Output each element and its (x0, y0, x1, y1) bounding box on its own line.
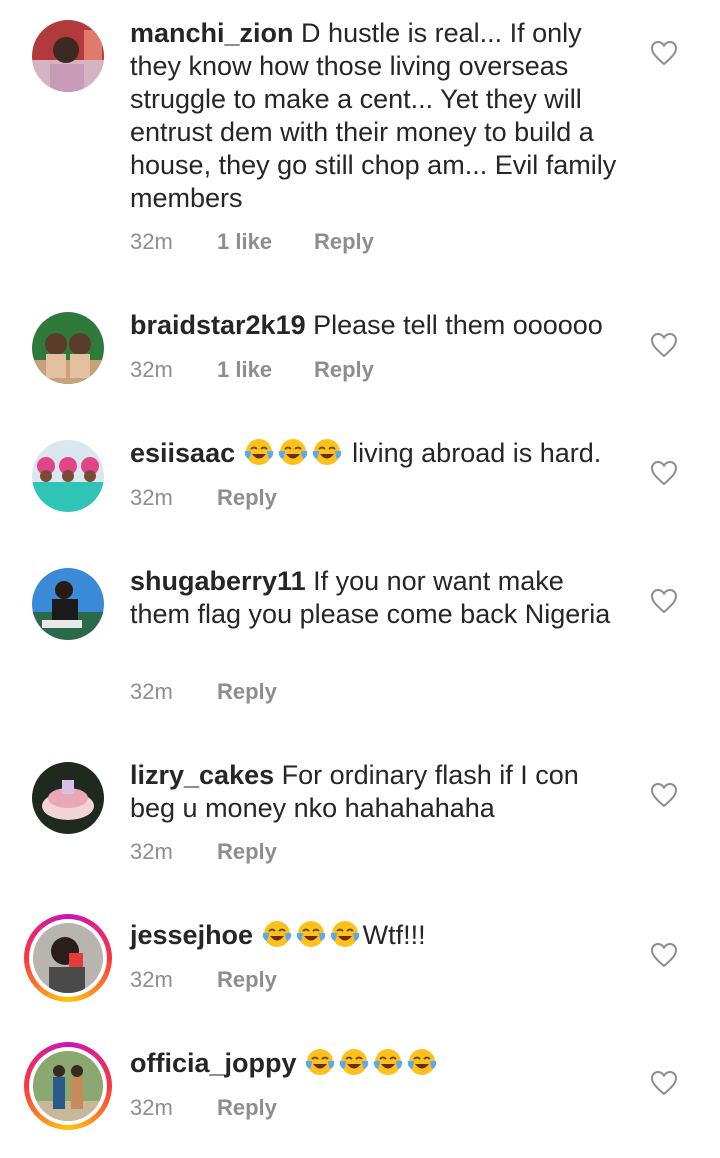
reply-button[interactable]: Reply (217, 967, 277, 993)
tears-of-joy-emoji-icon (329, 919, 361, 949)
comment-meta: 32m Reply (130, 1095, 277, 1121)
comment-item: braidstar2k19 Please tell them oooooo 32… (0, 280, 720, 408)
avatar[interactable] (32, 440, 104, 512)
heart-icon[interactable] (650, 1070, 678, 1096)
reply-button[interactable]: Reply (217, 485, 277, 511)
emoji-group (243, 438, 353, 468)
comment-time: 32m (130, 357, 173, 382)
comment-time: 32m (130, 967, 173, 992)
comment-time: 32m (130, 229, 173, 254)
comment-time: 32m (130, 485, 173, 510)
comment-username[interactable]: jessejhoe (130, 920, 253, 950)
avatar[interactable] (32, 568, 104, 640)
avatar[interactable] (32, 762, 104, 834)
comment-username[interactable]: officia_joppy (130, 1048, 297, 1078)
comment-text: Wtf!!! (362, 920, 426, 950)
comment-text: living abroad is hard. (352, 438, 602, 468)
tears-of-joy-emoji-icon (311, 437, 343, 467)
heart-icon[interactable] (650, 332, 678, 358)
tears-of-joy-emoji-icon (295, 919, 327, 949)
comment-meta: 32m 1 like Reply (130, 229, 374, 255)
tears-of-joy-emoji-icon (243, 437, 275, 467)
comment-item: lizry_cakes For ordinary flash if I con … (0, 730, 720, 890)
reply-button[interactable]: Reply (314, 229, 374, 255)
comment-meta: 32m Reply (130, 679, 277, 705)
heart-icon[interactable] (650, 782, 678, 808)
avatar-story-ring[interactable] (24, 1042, 112, 1130)
comment-meta: 32m Reply (130, 485, 277, 511)
comment-time: 32m (130, 679, 173, 704)
comment-meta: 32m 1 like Reply (130, 357, 374, 383)
avatar-photo (33, 1051, 103, 1121)
comment-body: braidstar2k19 Please tell them oooooo (130, 309, 630, 342)
avatar-photo (33, 923, 103, 993)
comment-text: Please tell them oooooo (313, 310, 603, 340)
heart-icon[interactable] (650, 588, 678, 614)
avatar-photo (32, 762, 104, 834)
heart-icon[interactable] (650, 40, 678, 66)
comment-likes[interactable]: 1 like (217, 229, 314, 255)
tears-of-joy-emoji-icon (338, 1047, 370, 1077)
reply-button[interactable]: Reply (217, 1095, 277, 1121)
comment-item: officia_joppy 32m Reply (0, 1018, 720, 1158)
comment-username[interactable]: manchi_zion (130, 18, 294, 48)
avatar-photo (32, 568, 104, 640)
comment-item: shugaberry11 If you nor want make them f… (0, 536, 720, 730)
comment-username[interactable]: shugaberry11 (130, 566, 306, 596)
comment-likes[interactable]: 1 like (217, 357, 314, 383)
comment-item: esiisaac living abroad is hard. 32m Reply (0, 408, 720, 536)
comment-item: manchi_zion D hustle is real... If only … (0, 0, 720, 280)
comment-meta: 32m Reply (130, 839, 277, 865)
avatar-photo (32, 312, 104, 384)
avatar[interactable] (32, 20, 104, 92)
avatar-photo (32, 20, 104, 92)
comment-username[interactable]: lizry_cakes (130, 760, 274, 790)
heart-icon[interactable] (650, 942, 678, 968)
reply-button[interactable]: Reply (314, 357, 374, 383)
comment-time: 32m (130, 839, 173, 864)
reply-button[interactable]: Reply (217, 839, 277, 865)
avatar (33, 1051, 103, 1121)
comment-body: manchi_zion D hustle is real... If only … (130, 17, 630, 215)
tears-of-joy-emoji-icon (277, 437, 309, 467)
avatar (33, 923, 103, 993)
reply-button[interactable]: Reply (217, 679, 277, 705)
comment-body: lizry_cakes For ordinary flash if I con … (130, 759, 630, 825)
comment-username[interactable]: braidstar2k19 (130, 310, 306, 340)
comment-body: officia_joppy (130, 1047, 630, 1080)
avatar[interactable] (32, 312, 104, 384)
comment-body: esiisaac living abroad is hard. (130, 437, 630, 470)
comment-body: jessejhoe Wtf!!! (130, 919, 630, 952)
tears-of-joy-emoji-icon (372, 1047, 404, 1077)
tears-of-joy-emoji-icon (304, 1047, 336, 1077)
emoji-group (261, 920, 363, 950)
tears-of-joy-emoji-icon (261, 919, 293, 949)
avatar-story-ring[interactable] (24, 914, 112, 1002)
comment-username[interactable]: esiisaac (130, 438, 235, 468)
comment-body: shugaberry11 If you nor want make them f… (130, 565, 630, 631)
avatar-photo (32, 440, 104, 512)
tears-of-joy-emoji-icon (406, 1047, 438, 1077)
comment-item: jessejhoe Wtf!!! 32m Reply (0, 890, 720, 1018)
heart-icon[interactable] (650, 460, 678, 486)
comment-time: 32m (130, 1095, 173, 1120)
comment-meta: 32m Reply (130, 967, 277, 993)
emoji-group (304, 1048, 440, 1078)
